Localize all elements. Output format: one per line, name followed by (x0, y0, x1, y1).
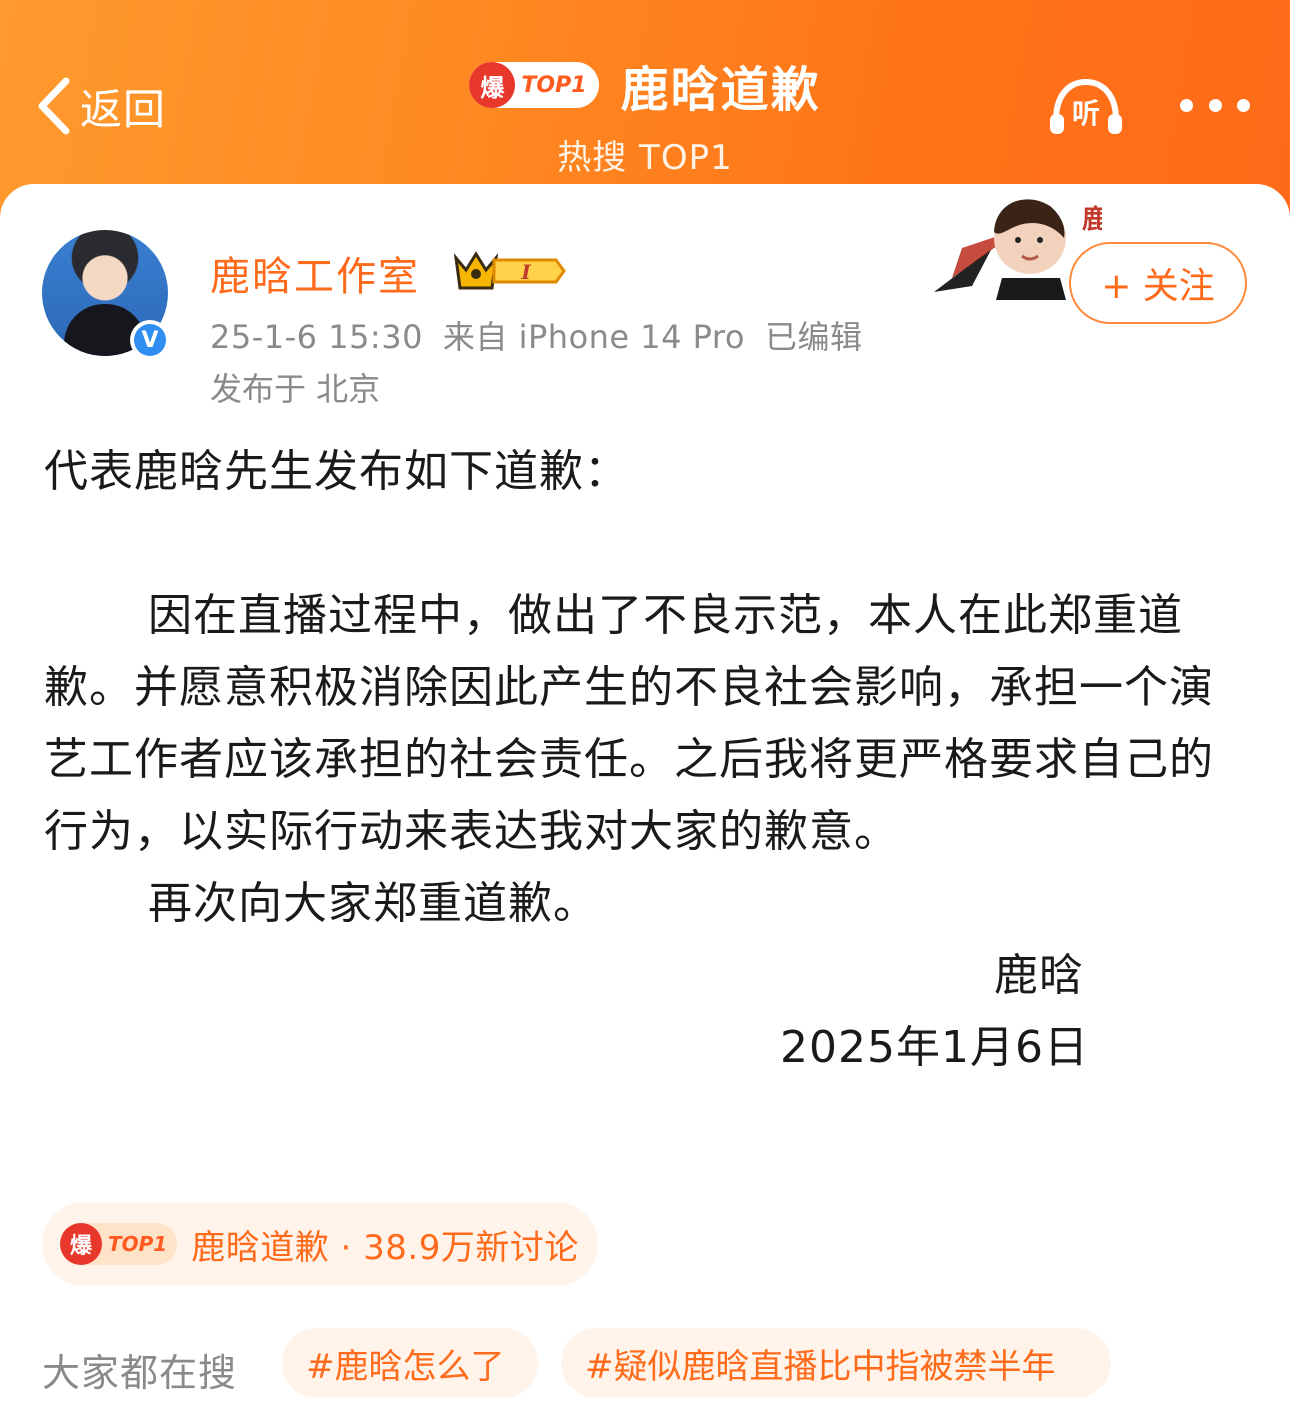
post-date: 2025年1月6日 (780, 1022, 1089, 1073)
post-meta: 25-1-6 15:30 来自 iPhone 14 Pro 已编辑 (210, 312, 882, 358)
topic-text: 鹿晗道歉 · 38.9万新讨论 (191, 1227, 579, 1268)
topic-badge: 爆 TOP1 (60, 1223, 178, 1265)
post-body: 因在直播过程中，做出了不良示范，本人在此郑重道歉。并愿意积极消除因此产生的不良社… (44, 590, 1214, 857)
follow-button[interactable]: + 关注 (1069, 242, 1247, 324)
post-closing: 再次向大家郑重道歉。 (148, 878, 598, 929)
hot-icon: 爆 (469, 62, 516, 108)
headphones-icon: 听 (1050, 78, 1122, 134)
page-title: 鹿晗道歉 (620, 62, 821, 118)
post-location: 发布于 北京 (210, 370, 381, 408)
level-label: I (520, 260, 531, 284)
hot-icon: 爆 (60, 1223, 102, 1265)
post-content: 代表鹿晗先生发布如下道歉： 因在直播过程中，做出了不良示范，本人在此郑重道歉。并… (44, 436, 1244, 1084)
related-tag[interactable]: #疑似鹿晗直播比中指被禁半年 (561, 1328, 1111, 1398)
post-intro: 代表鹿晗先生发布如下道歉： (44, 446, 629, 497)
edited-label[interactable]: 已编辑 (765, 318, 863, 356)
post-time: 25-1-6 15:30 (210, 318, 423, 356)
hot-top1-badge: 爆 TOP1 (469, 62, 599, 108)
post-card: V 鹿晗工作室 I 25-1-6 15:30 来自 iPhone 14 Pro 已编… (0, 184, 1290, 1412)
related-search-label: 大家都在搜 (42, 1351, 238, 1395)
related-tag[interactable]: #鹿晗怎么了 (282, 1328, 538, 1398)
topic-rank-label: TOP1 (108, 1232, 168, 1256)
deco-art-text: 鹿 (1082, 204, 1102, 235)
listen-button[interactable]: 听 (1048, 76, 1124, 136)
post-source: 来自 iPhone 14 Pro (442, 318, 745, 356)
hot-topic-link[interactable]: 爆 TOP1 鹿晗道歉 · 38.9万新讨论 (42, 1202, 598, 1286)
post-signature: 鹿晗 (994, 950, 1084, 1001)
author-name[interactable]: 鹿晗工作室 (210, 244, 420, 302)
verified-icon: V (130, 320, 170, 360)
listen-label: 听 (1072, 97, 1100, 130)
more-options-icon[interactable] (1180, 92, 1250, 118)
rank-label: TOP1 (521, 72, 587, 98)
crown-level-icon: I (453, 251, 566, 290)
page-subtitle: 热搜 TOP1 (557, 138, 733, 178)
